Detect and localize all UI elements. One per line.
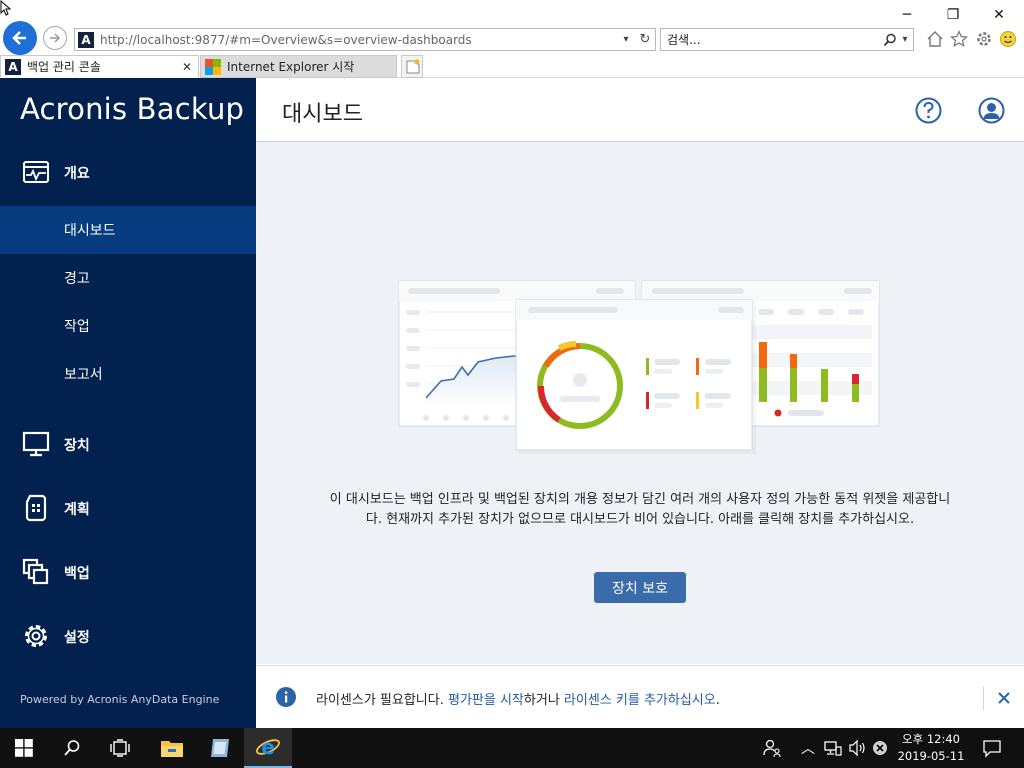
search-dropdown-icon[interactable]: ▾ [897,34,913,45]
page-header: 대시보드 [256,78,1024,142]
user-account-icon[interactable] [978,97,1005,124]
address-text[interactable]: http://localhost:9877/#m=Overview&s=over… [100,33,617,47]
internet-explorer-button[interactable]: e [244,728,292,768]
sidebar-item-settings[interactable]: 설정 [0,612,256,660]
volume-icon[interactable] [848,739,868,757]
license-bar: 라이센스가 필요합니다. 평가판을 시작하거나 라이센스 키를 추가하십시오. [256,665,1024,728]
license-text-prefix: 라이센스가 필요합니다. [316,693,448,708]
taskbar-search-button[interactable] [48,728,96,768]
tools-gear-icon[interactable] [975,30,993,48]
network-icon[interactable] [824,739,842,757]
internet-explorer-icon: e [256,735,280,759]
new-tab-icon [406,59,420,73]
settings-gear-icon [25,625,47,647]
acronis-tab-icon: A [5,58,21,75]
people-icon[interactable] [762,738,782,758]
restore-button[interactable]: ❐ [930,4,976,26]
license-message: 라이센스가 필요합니다. 평가판을 시작하거나 라이센스 키를 추가하십시오. [316,689,720,708]
overview-monitor-icon [23,161,49,183]
empty-dashboard-message: 이 대시보드는 백업 인프라 및 백업된 장치의 개용 정보가 담긴 여러 개의… [329,492,951,527]
sidebar-item-label: 백업 [64,566,90,582]
sidebar-subitem-reports[interactable]: 보고서 [0,350,256,398]
help-icon[interactable] [915,97,942,124]
search-box[interactable]: 검색... ▾ [660,28,914,51]
search-input[interactable]: 검색... [667,31,883,48]
sidebar-item-plans[interactable]: 계획 [0,484,256,532]
plans-document-icon [25,494,47,522]
windows-logo-icon [15,739,33,757]
back-arrow-icon [12,31,26,45]
minimize-button[interactable]: ─ [884,4,930,26]
dashboard-content: 이 대시보드는 백업 인프라 및 백업된 장치의 개용 정보가 담긴 여러 개의… [256,142,1024,664]
action-center-icon[interactable] [982,738,1002,758]
sidebar-subitem-activities[interactable]: 작업 [0,302,256,350]
sidebar-item-label: 개요 [64,166,90,182]
address-bar[interactable]: A http://localhost:9877/#m=Overview&s=ov… [74,28,656,51]
sidebar-item-backup[interactable]: 백업 [0,548,256,596]
svg-text:e: e [261,735,275,759]
info-icon [276,687,296,707]
search-icon [64,740,80,756]
close-tab-icon[interactable]: ✕ [182,60,198,74]
acronis-favicon-icon: A [78,31,94,48]
sidebar-item-overview[interactable]: 개요 [0,148,256,196]
show-hidden-icons-chevron-icon[interactable]: ︿ [800,738,816,758]
home-icon[interactable] [926,30,944,48]
empty-dashboard-illustration [398,280,880,454]
server-manager-button[interactable] [196,728,244,768]
protect-devices-button[interactable]: 장치 보호 [594,572,686,603]
tab-backup-console[interactable]: A 백업 관리 콘솔 ✕ [0,55,199,78]
main-area: 대시보드 이 대시보드는 백업 인프라 및 백업된 장치의 개용 정보가 담긴 … [256,78,1024,728]
sidebar-item-label: 설정 [64,630,90,646]
start-trial-link[interactable]: 평가판을 시작 [448,693,524,708]
page-title: 대시보드 [282,102,363,127]
forward-button[interactable] [43,26,67,50]
license-text-suffix: . [715,693,720,708]
devices-monitor-icon [22,431,50,457]
search-icon[interactable] [883,33,897,47]
folder-icon [161,741,183,757]
task-view-icon [110,739,130,757]
favorites-star-icon[interactable] [950,30,968,48]
tab-label: 백업 관리 콘솔 [27,60,101,74]
mouse-cursor-icon [0,0,14,16]
sidebar-subitem-alerts[interactable]: 경고 [0,254,256,302]
refresh-icon[interactable]: ↻ [635,32,655,47]
license-text-middle: 하거나 [523,693,564,708]
backup-copies-icon [22,558,49,585]
notification-error-icon[interactable] [872,740,888,756]
feedback-smiley-icon[interactable] [999,30,1017,48]
task-view-button[interactable] [96,728,144,768]
windows-tile-icon [205,58,221,75]
powered-by-text: Powered by Acronis AnyData Engine [20,693,220,706]
file-explorer-button[interactable] [148,728,196,768]
add-license-key-link[interactable]: 라이센스 키를 추가하십시오 [564,693,716,708]
clock-time: 오후 12:40 [902,732,960,746]
tab-ie-start[interactable]: Internet Explorer 시작 [200,55,397,78]
server-manager-icon [211,739,229,757]
sidebar: Acronis Backup 개요 대시보드 경고 작업 보고서 장치 계획 백… [0,78,256,728]
sidebar-item-devices[interactable]: 장치 [0,420,256,468]
forward-arrow-icon [50,33,61,43]
new-tab-button[interactable] [401,55,423,78]
taskbar-clock[interactable]: 오후 12:40 2019-05-11 [892,731,970,765]
sidebar-item-label: 계획 [64,502,90,518]
close-window-button[interactable]: ✕ [976,4,1022,26]
sidebar-subitem-dashboard[interactable]: 대시보드 [0,206,256,254]
back-button[interactable] [3,21,37,55]
tab-label: Internet Explorer 시작 [227,60,355,74]
taskbar: e ︿ 오후 12:40 2019-05-11 [0,728,1024,768]
close-license-icon[interactable] [998,692,1010,704]
dropdown-icon[interactable]: ▾ [617,34,635,45]
browser-chrome: ─ ❐ ✕ A http://localhost:9877/#m=Overvie… [0,0,1024,78]
sidebar-item-label: 장치 [64,438,90,454]
clock-date: 2019-05-11 [897,749,965,763]
start-button[interactable] [0,728,48,768]
acronis-logo: Acronis Backup [20,92,245,126]
license-divider [983,686,984,710]
